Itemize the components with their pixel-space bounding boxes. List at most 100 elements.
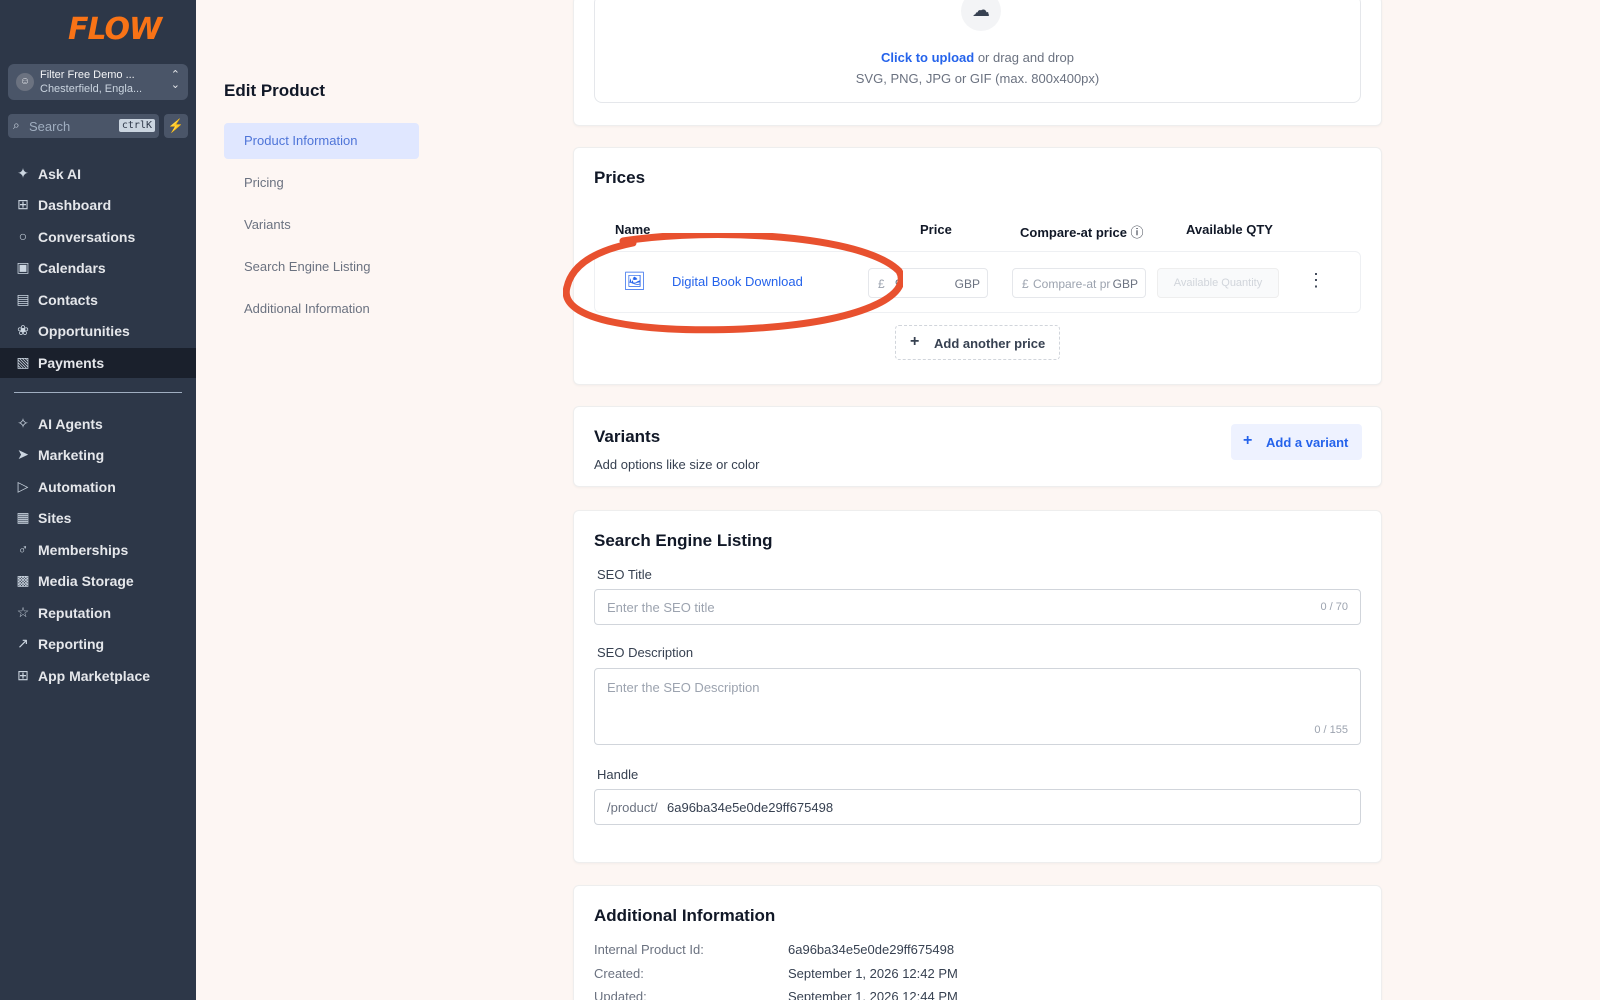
updated-label: Updated: (594, 989, 647, 1000)
sidebar-item-label: Memberships (38, 542, 129, 558)
automation-icon: ▷ (17, 478, 29, 494)
tab-label: Product Information (244, 133, 358, 148)
internal-id-value: 6a96ba34e5e0de29ff675498 (788, 942, 955, 957)
sidebar-item-label: Sites (38, 510, 72, 526)
sidebar-item-memberships[interactable]: ♂ Memberships (0, 535, 196, 565)
add-price-label: Add another price (934, 336, 1046, 351)
seo-title-input[interactable]: Enter the SEO title 0 / 70 (594, 589, 1361, 625)
plus-icon: + (1243, 432, 1253, 449)
sidebar-item-automation[interactable]: ▷ Automation (0, 472, 196, 502)
badge-icon: ♂ (17, 541, 29, 557)
tab-variants[interactable]: Variants (224, 207, 419, 243)
quick-action-bolt-icon[interactable]: ⚡ (164, 114, 188, 138)
search-placeholder: Search (29, 119, 71, 134)
sidebar-item-sites[interactable]: ▦ Sites (0, 503, 196, 533)
sidebar-item-label: Ask AI (38, 166, 82, 182)
sidebar-item-marketing[interactable]: ➤ Marketing (0, 440, 196, 470)
account-switcher[interactable]: ☺ Filter Free Demo ... Chesterfield, Eng… (8, 64, 188, 100)
seo-description-input[interactable]: Enter the SEO Description 0 / 155 (594, 668, 1361, 745)
tab-label: Search Engine Listing (244, 259, 371, 274)
variants-subtitle: Add options like size or color (594, 457, 760, 472)
tab-pricing[interactable]: Pricing (224, 165, 419, 201)
account-name: Filter Free Demo ... (40, 69, 135, 81)
add-variant-button[interactable]: + Add a variant (1231, 424, 1362, 460)
payments-icon: ▧ (16, 354, 30, 370)
price-value: 9 (895, 277, 902, 291)
sidebar-item-media-storage[interactable]: ▩ Media Storage (0, 566, 196, 596)
more-options-icon[interactable]: ⋮ (1307, 270, 1325, 291)
sidebar-item-opportunities[interactable]: ❀ Opportunities (0, 316, 196, 346)
sidebar-item-reporting[interactable]: ↗ Reporting (0, 629, 196, 659)
internal-id-label: Internal Product Id: (594, 942, 704, 957)
seo-description-placeholder: Enter the SEO Description (607, 680, 760, 695)
add-another-price-button[interactable]: + Add another price (895, 325, 1060, 360)
header-compare: Compare-at price ⓘ (1020, 222, 1144, 241)
handle-label: Handle (597, 767, 639, 782)
sidebar-item-label: Reputation (38, 605, 112, 621)
sidebar-item-dashboard[interactable]: ⊞ Dashboard (0, 190, 196, 220)
ai-agents-icon: ✧ (17, 415, 29, 431)
sidebar-item-payments[interactable]: ▧ Payments (0, 348, 196, 378)
handle-value: 6a96ba34e5e0de29ff675498 (667, 800, 834, 815)
sidebar-item-label: Marketing (38, 447, 105, 463)
add-variant-label: Add a variant (1266, 435, 1349, 450)
dashboard-icon: ⊞ (17, 196, 29, 212)
seo-title-placeholder: Enter the SEO title (607, 600, 715, 615)
sidebar-divider (14, 392, 182, 393)
flow-logo[interactable]: FLOW (68, 12, 162, 47)
sidebar-item-label: Payments (38, 355, 105, 371)
chevron-updown-icon: ⌃ ⌄ (170, 69, 180, 91)
sidebar-item-reputation[interactable]: ☆ Reputation (0, 598, 196, 628)
sidebar-item-label: Conversations (38, 229, 136, 245)
sidebar-item-label: Reporting (38, 636, 105, 652)
info-icon[interactable]: ⓘ (1131, 225, 1144, 240)
tab-additional-information[interactable]: Additional Information (224, 291, 419, 327)
sidebar-item-ai-agents[interactable]: ✧ AI Agents (0, 409, 196, 439)
tab-product-information[interactable]: Product Information (224, 123, 419, 159)
page-title: Edit Product (224, 81, 326, 100)
sites-icon: ▦ (16, 509, 30, 525)
price-name-link[interactable]: Digital Book Download (672, 274, 803, 289)
sidebar: FLOW ☺ Filter Free Demo ... Chesterfield… (0, 0, 196, 1000)
sidebar-item-calendars[interactable]: ▣ Calendars (0, 253, 196, 283)
upload-instructions: Click to upload or drag and drop (595, 50, 1360, 65)
variants-card: Variants Add options like size or color … (573, 406, 1382, 487)
plus-icon: + (910, 333, 920, 350)
compare-price-input[interactable]: £ Compare-at pr GBP (1012, 268, 1146, 298)
header-compare-label: Compare-at price (1020, 225, 1127, 240)
sidebar-item-label: Automation (38, 479, 116, 495)
seo-description-label: SEO Description (597, 645, 694, 660)
seo-card: Search Engine Listing SEO Title Enter th… (573, 510, 1382, 863)
click-to-upload-link[interactable]: Click to upload (881, 50, 974, 65)
prices-card: Prices Name Price Compare-at price ⓘ Ava… (573, 147, 1382, 385)
trend-icon: ↗ (17, 635, 29, 651)
sidebar-item-ask-ai[interactable]: ✦ Ask AI (0, 159, 196, 189)
tab-label: Variants (244, 217, 291, 232)
compare-placeholder: Compare-at pr (1033, 277, 1111, 291)
price-input[interactable]: £ 9 GBP (868, 268, 988, 298)
additional-info-card: Additional Information Internal Product … (573, 885, 1382, 1000)
add-image-icon[interactable]: 🖼 (623, 271, 646, 292)
upload-dropzone[interactable]: ☁ Click to upload or drag and drop SVG, … (594, 0, 1361, 103)
prices-title: Prices (594, 168, 646, 187)
currency-symbol: £ (878, 277, 885, 291)
quantity-input[interactable]: Available Quantity (1157, 268, 1279, 298)
contacts-icon: ▤ (16, 291, 30, 307)
upload-instructions-text: or drag and drop (974, 50, 1074, 65)
price-row: 🖼 Digital Book Download £ 9 GBP £ Compar… (594, 251, 1361, 313)
sparkle-icon: ✦ (17, 165, 29, 181)
sidebar-item-app-marketplace[interactable]: ⊞ App Marketplace (0, 661, 196, 691)
currency-symbol: £ (1022, 277, 1029, 291)
sidebar-item-contacts[interactable]: ▤ Contacts (0, 285, 196, 315)
image-upload-card: ☁ Click to upload or drag and drop SVG, … (573, 0, 1382, 126)
chat-icon: ○ (18, 228, 28, 244)
opportunities-icon: ❀ (17, 322, 29, 338)
sidebar-item-label: App Marketplace (38, 668, 151, 684)
search-icon: ⌕ (13, 118, 20, 132)
seo-description-count: 0 / 155 (1314, 724, 1348, 736)
created-label: Created: (594, 966, 644, 981)
sidebar-search[interactable]: ⌕ Search ctrlK (8, 114, 159, 138)
handle-input[interactable]: /product/ 6a96ba34e5e0de29ff675498 (594, 789, 1361, 825)
tab-search-engine-listing[interactable]: Search Engine Listing (224, 249, 419, 285)
sidebar-item-conversations[interactable]: ○ Conversations (0, 222, 196, 252)
